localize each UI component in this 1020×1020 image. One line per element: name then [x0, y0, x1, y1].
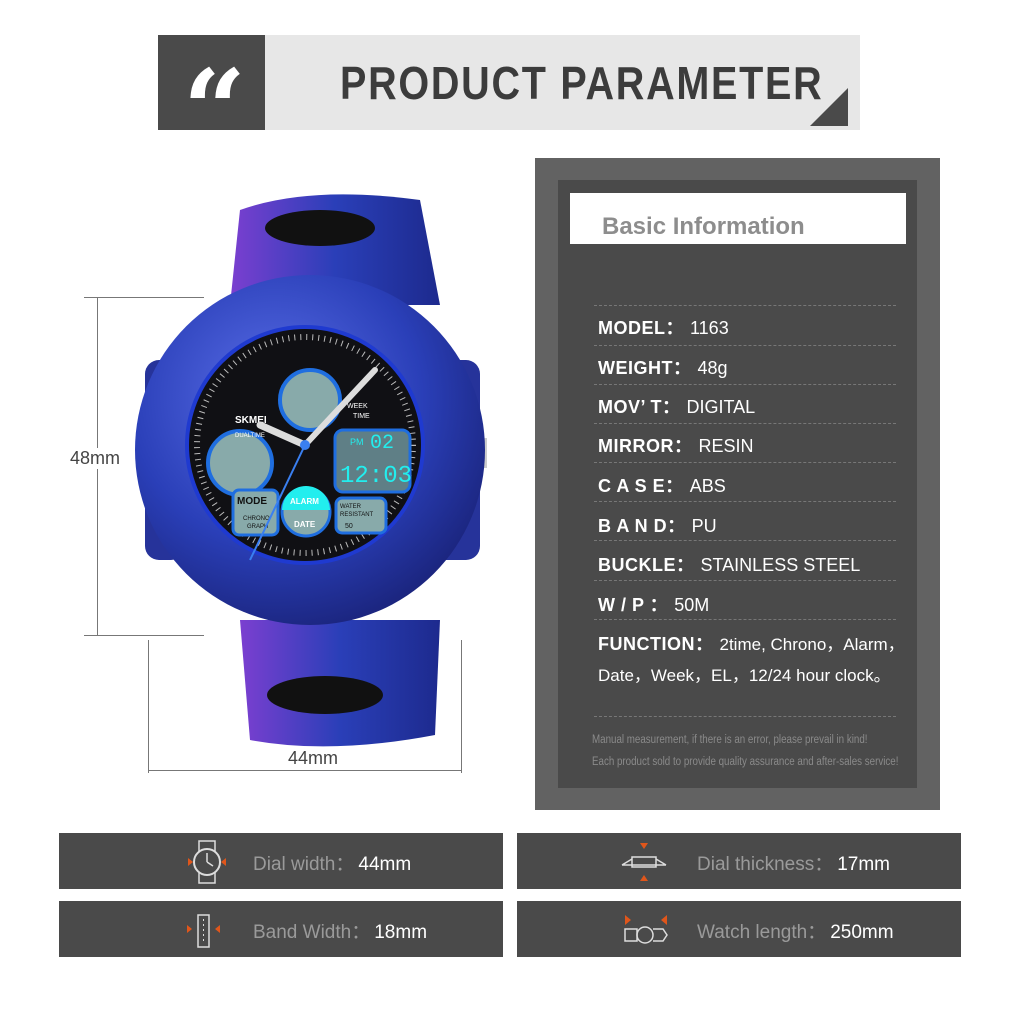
watch-image: PM 02 12:03 SKMEI DUALTIME WEEK TIME MOD… — [135, 194, 487, 747]
divider — [594, 384, 896, 385]
disclaimer-note: Each product sold to provide quality ass… — [592, 756, 899, 768]
measure-value: 17mm — [837, 854, 891, 875]
width-dimension-line — [148, 770, 461, 771]
measure-value: 18mm — [374, 922, 428, 943]
height-dimension-label: 48mm — [66, 448, 125, 469]
spec-band: B A N D： PU — [598, 516, 717, 536]
divider — [594, 580, 896, 581]
spec-movement: MOV’ T： DIGITAL — [598, 397, 756, 417]
dimension-tick — [461, 640, 462, 773]
dimension-tick — [84, 297, 204, 298]
watch-face-icon — [188, 840, 226, 884]
watch-time-label: TIME — [353, 413, 370, 420]
measure-value: 250mm — [830, 922, 894, 943]
watch-pm-text: PM — [350, 437, 364, 447]
divider — [594, 462, 896, 463]
width-dimension-label: 44mm — [284, 748, 343, 769]
heading-text: Basic Information — [602, 213, 805, 240]
watch-mode: MODE — [237, 496, 267, 507]
spec-model: MODEL： 1163 — [598, 318, 729, 338]
spec-buckle: BUCKLE： STAINLESS STEEL — [598, 555, 861, 575]
spec-mirror: MIRROR： RESIN — [598, 436, 754, 456]
watch-side-icon — [621, 843, 667, 881]
measure-value: 44mm — [358, 854, 412, 875]
watch-resistant: RESISTANT — [340, 512, 374, 518]
quote-icon: “ — [158, 35, 265, 174]
watch-alarm: ALARM — [290, 497, 319, 506]
watch-length-icon — [624, 915, 668, 944]
divider — [594, 305, 896, 306]
basic-info-heading: Basic Information — [570, 193, 906, 244]
dimension-tick — [148, 640, 149, 773]
measure-label: Watch length： — [697, 922, 827, 943]
disclaimer-note: Manual measurement, if there is an error… — [592, 734, 868, 746]
watch-date: DATE — [294, 520, 316, 529]
watch-chrono: CHRONO — [243, 516, 270, 522]
divider — [594, 501, 896, 502]
divider — [594, 619, 896, 620]
measure-label: Band Width： — [253, 922, 371, 943]
watch-lcd-time: 12:03 — [340, 463, 412, 490]
measure-label: Dial width： — [253, 854, 355, 875]
spec-function: FUNCTION： 2time, Chrono，Alarm， — [598, 634, 905, 654]
page-title: PRODUCT PARAMETER — [340, 57, 824, 109]
watch-lcd-top: 02 — [370, 432, 394, 455]
spec-case: C A S E： ABS — [598, 476, 726, 496]
measure-dial-thickness: Dial thickness： 17mm — [517, 833, 961, 889]
watch-week: WEEK — [347, 403, 368, 410]
spec-weight: WEIGHT： 48g — [598, 358, 728, 378]
divider — [594, 716, 896, 717]
band-icon — [187, 914, 220, 948]
measure-band-width: Band Width： 18mm — [59, 901, 503, 957]
measure-label: Dial thickness： — [697, 854, 834, 875]
divider — [594, 540, 896, 541]
spec-function-cont: Date，Week，EL，12/24 hour clock。 — [598, 666, 891, 685]
corner-triangle-icon — [810, 88, 848, 126]
measure-dial-width: Dial width： 44mm — [59, 833, 503, 889]
watch-wr-value: 50 — [345, 523, 353, 530]
watch-dualtime: DUALTIME — [235, 433, 265, 439]
watch-water: WATER — [340, 504, 362, 510]
divider — [594, 345, 896, 346]
dimension-tick — [84, 635, 204, 636]
measure-watch-length: Watch length： 250mm — [517, 901, 961, 957]
spec-water-proof: W / P ： 50M — [598, 595, 710, 615]
divider — [594, 423, 896, 424]
